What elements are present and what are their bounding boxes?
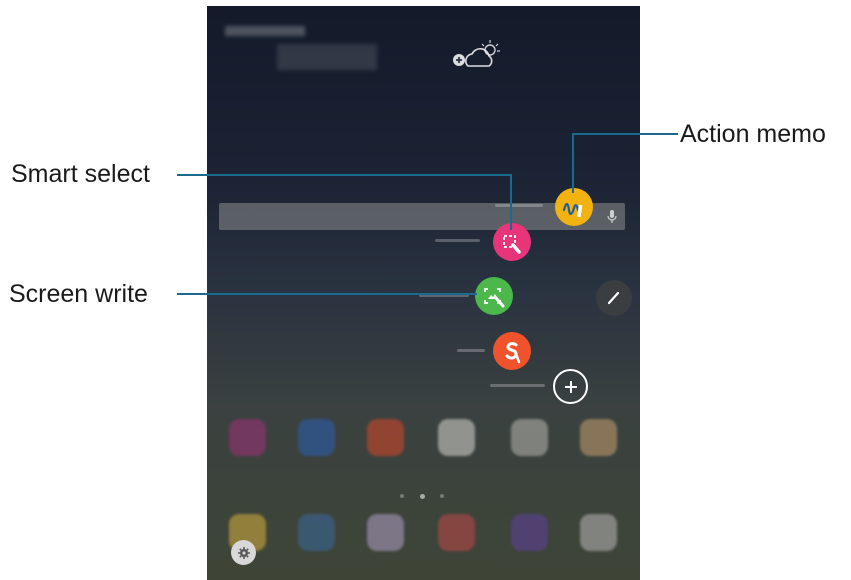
image-pen-icon <box>484 288 505 308</box>
calendar-app-icon[interactable] <box>438 419 475 456</box>
google-folder-icon[interactable] <box>580 419 617 456</box>
page-dot <box>440 494 444 498</box>
play-store-app-icon[interactable] <box>511 419 548 456</box>
faint-label-action-memo <box>495 204 543 207</box>
blurred-clock <box>277 44 377 70</box>
smart-select-line-h <box>177 174 511 176</box>
blurred-date <box>225 26 305 36</box>
action-memo-button[interactable] <box>555 188 593 226</box>
action-memo-callout: Action memo <box>680 120 826 148</box>
apps-drawer-icon[interactable] <box>580 514 617 551</box>
crop-pen-icon <box>503 235 521 254</box>
action-memo-line-h2 <box>572 133 660 135</box>
action-memo-line-v <box>572 133 574 193</box>
smart-select-line-v <box>510 174 512 230</box>
wave-pen-icon <box>562 202 583 218</box>
mic-icon[interactable] <box>607 209 617 224</box>
gear-icon <box>237 546 250 559</box>
faint-label-s-note <box>457 349 485 352</box>
s-note-button[interactable] <box>493 332 531 370</box>
video-app-icon[interactable] <box>229 419 266 456</box>
weather-icon <box>453 40 500 67</box>
pen-button[interactable] <box>596 280 632 316</box>
smart-select-callout: Smart select <box>11 160 150 188</box>
action-memo-line-h <box>660 133 678 135</box>
screen-write-callout: Screen write <box>9 280 148 308</box>
gallery-app-icon[interactable] <box>298 514 335 551</box>
camera-app-icon[interactable] <box>367 514 404 551</box>
settings-button[interactable] <box>231 540 256 565</box>
faint-label-smart-select <box>435 239 480 242</box>
screen-write-line <box>177 293 477 295</box>
email-app-icon[interactable] <box>438 514 475 551</box>
screen-write-button[interactable] <box>475 277 513 315</box>
music-app-icon[interactable] <box>298 419 335 456</box>
internet-app-icon[interactable] <box>511 514 548 551</box>
s-note-icon <box>505 342 521 364</box>
page-dot <box>400 494 404 498</box>
plus-icon <box>564 380 577 393</box>
pen-icon <box>607 291 620 305</box>
s-note-app-icon[interactable] <box>367 419 404 456</box>
add-shortcut-button[interactable] <box>553 369 588 404</box>
smart-select-button[interactable] <box>493 223 531 261</box>
faint-label-add-shortcuts <box>490 384 545 387</box>
page-dot-active <box>420 494 425 499</box>
